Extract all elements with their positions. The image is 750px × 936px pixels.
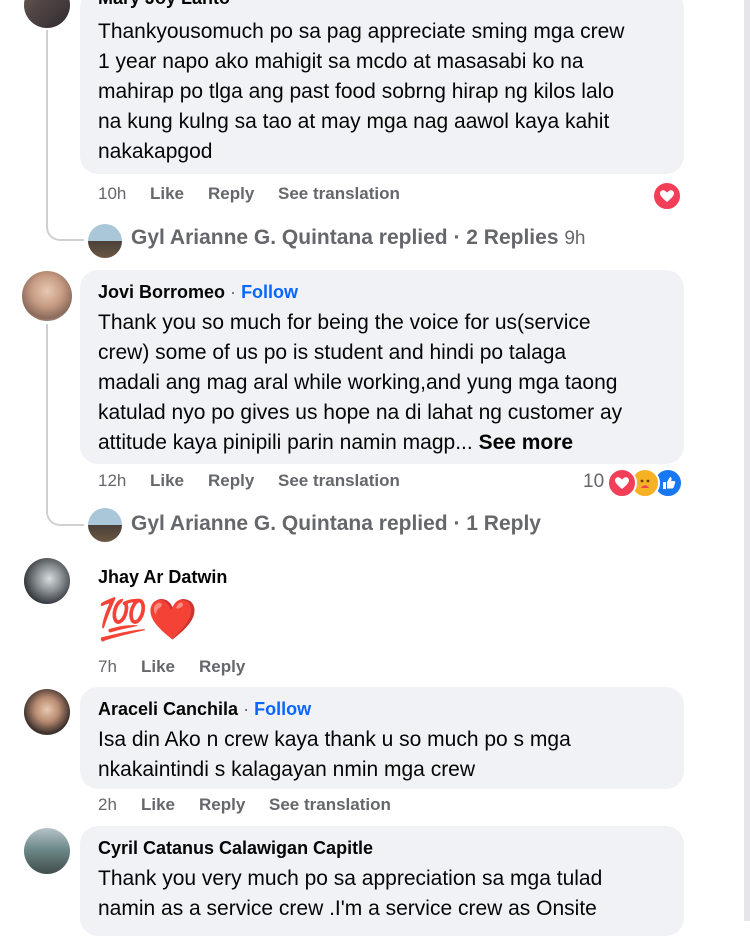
like-button[interactable]: Like	[141, 795, 175, 815]
avatar[interactable]	[24, 558, 70, 604]
view-replies-link[interactable]: Gyl Arianne G. Quintana replied · 1 Repl…	[131, 512, 541, 536]
reply-button[interactable]: Reply	[208, 471, 254, 491]
reply-button[interactable]: Reply	[208, 184, 254, 204]
see-translation-link[interactable]: See translation	[278, 471, 400, 491]
replier-avatar[interactable]	[88, 224, 122, 258]
love-reaction-icon[interactable]	[607, 468, 637, 498]
replies-time: 9h	[564, 228, 586, 249]
comment-author-line: Araceli Canchila · Follow	[98, 699, 311, 720]
comment-text: Thank you very much po sa appreciation s…	[98, 867, 603, 920]
replies-summary: Gyl Arianne G. Quintana replied · 1 Repl…	[131, 512, 541, 535]
comment-text: Thankyousomuch po sa pag appreciate smin…	[98, 20, 625, 163]
comment-author[interactable]: Jovi Borromeo	[98, 282, 225, 302]
comment-time[interactable]: 12h	[98, 471, 126, 491]
comment-time[interactable]: 10h	[98, 184, 126, 204]
thread-line	[46, 324, 48, 494]
follow-button[interactable]: Follow	[241, 282, 298, 302]
avatar[interactable]	[24, 828, 70, 874]
avatar[interactable]	[24, 0, 70, 28]
separator-dot: ·	[243, 699, 250, 719]
avatar[interactable]	[22, 271, 72, 321]
see-translation-link[interactable]: See translation	[278, 184, 400, 204]
scrollbar-track[interactable]	[744, 0, 750, 921]
see-more-link[interactable]: See more	[479, 431, 574, 454]
comment-author[interactable]: Araceli Canchila	[98, 699, 238, 719]
like-button[interactable]: Like	[141, 657, 175, 677]
reply-button[interactable]: Reply	[199, 795, 245, 815]
comment-author[interactable]: Mary Joy Lanto	[98, 0, 230, 9]
avatar[interactable]	[24, 689, 70, 735]
comment-time[interactable]: 7h	[98, 657, 117, 677]
reply-button[interactable]: Reply	[199, 657, 245, 677]
comment-bubble: Jovi Borromeo · Follow Thank you so much…	[80, 270, 684, 464]
thread-connector	[46, 205, 84, 241]
comment-text: Isa din Ako n crew kaya thank u so much …	[98, 728, 571, 781]
separator-dot: ·	[230, 282, 237, 302]
like-button[interactable]: Like	[150, 184, 184, 204]
comment-author[interactable]: Cyril Catanus Calawigan Capitle	[98, 838, 373, 859]
replier-avatar[interactable]	[88, 508, 122, 542]
follow-button[interactable]: Follow	[254, 699, 311, 719]
view-replies-link[interactable]: Gyl Arianne G. Quintana replied · 2 Repl…	[131, 226, 585, 250]
comment-bubble: Mary Joy Lanto Thankyousomuch po sa pag …	[80, 0, 684, 174]
thread-line	[46, 30, 48, 210]
see-translation-link[interactable]: See translation	[269, 795, 391, 815]
love-reaction-icon[interactable]	[652, 181, 682, 211]
comment-emoji: 💯❤️	[98, 598, 198, 642]
comment-author-line: Jovi Borromeo · Follow	[98, 282, 298, 303]
comment-bubble: Araceli Canchila · Follow Isa din Ako n …	[80, 687, 684, 789]
like-button[interactable]: Like	[150, 471, 184, 491]
thread-connector	[46, 490, 84, 526]
comment-time[interactable]: 2h	[98, 795, 117, 815]
comment-bubble: Cyril Catanus Calawigan Capitle Thank yo…	[80, 826, 684, 936]
comment-author[interactable]: Jhay Ar Datwin	[98, 567, 227, 588]
comment-text: Thank you so much for being the voice fo…	[98, 308, 622, 458]
replies-summary: Gyl Arianne G. Quintana replied · 2 Repl…	[131, 226, 559, 249]
reaction-count[interactable]: 10	[583, 471, 604, 493]
